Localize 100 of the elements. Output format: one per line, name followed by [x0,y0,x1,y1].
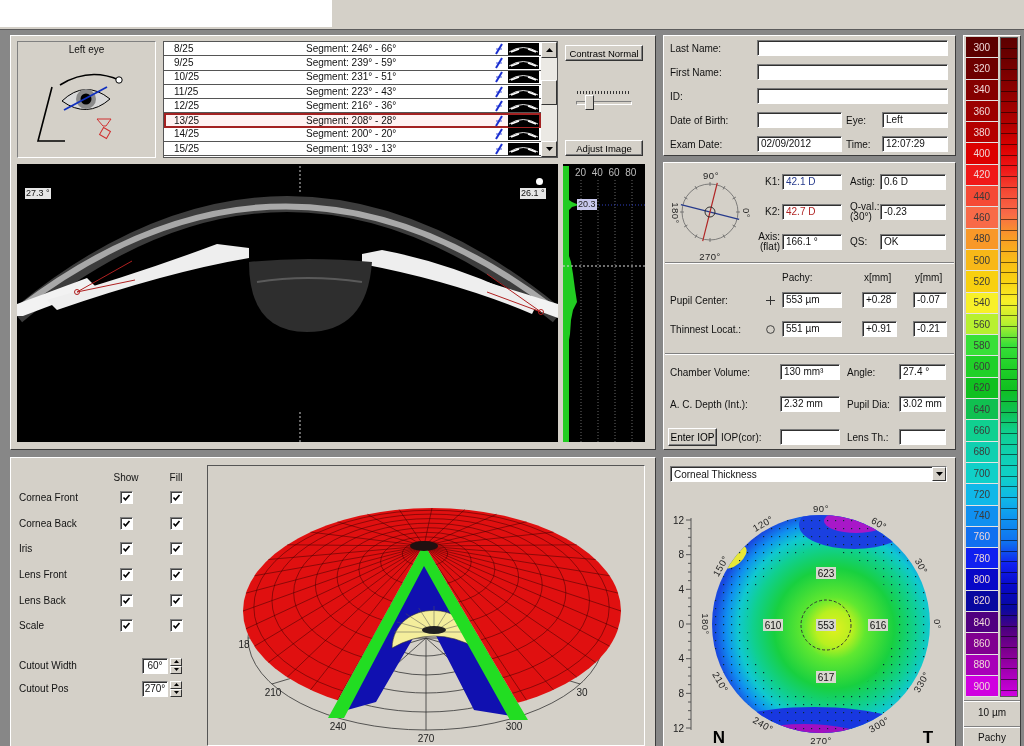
text-field[interactable]: 553 µm [782,292,842,308]
slash-icon [494,85,504,98]
text-field[interactable] [757,40,948,56]
checkbox[interactable] [119,619,133,633]
checkbox[interactable] [119,568,133,582]
layer-label: Lens Front [19,569,68,581]
segment-row[interactable]: 9/25 Segment: 239° - 59° [164,56,541,71]
text-field[interactable]: -0.21 [913,321,947,337]
axis-tick-label: 20 [575,167,587,178]
text-field[interactable] [780,429,840,445]
spin-field[interactable]: 270° [142,680,168,697]
text-field[interactable]: 02/09/2012 [757,136,842,152]
text-field[interactable]: 551 µm [782,321,842,337]
dot-icon [536,178,543,185]
segment-range: Segment: 200° - 20° [306,128,398,141]
checkbox[interactable] [119,516,133,530]
dropdown-button[interactable] [932,467,946,481]
text-field[interactable]: 42.1 D [782,174,842,190]
scroll-down-button[interactable] [541,141,557,157]
scale-step-label: 10 µm [978,707,1006,719]
text-field[interactable]: +0.91 [862,321,897,337]
caret-down-icon [545,147,553,151]
scrollbar-thumb[interactable] [541,80,557,105]
text-field[interactable] [757,88,948,104]
check-icon [121,544,131,554]
segment-row[interactable]: 13/25 Segment: 208° - 28° [164,113,541,128]
check-icon [171,595,181,605]
text-field[interactable]: 2.32 mm [780,396,840,412]
layer-label: Cornea Back [19,517,78,529]
text-field[interactable]: 42.7 D [782,204,842,220]
thickness-value: 553 [816,619,836,631]
text-field[interactable]: Left [882,112,948,128]
check-icon [121,493,131,503]
text-field[interactable] [899,429,946,445]
spin-field[interactable]: 60° [142,657,168,674]
checkbox[interactable] [169,593,183,607]
angle-label: 180° [699,613,711,635]
slash-icon [494,99,504,112]
segment-row[interactable]: 15/25 Segment: 193° - 13° [164,142,541,157]
text-field[interactable] [757,64,948,80]
text-field[interactable]: -0.23 [880,204,946,220]
segment-index: 13/25 [173,114,201,127]
spin-down-button[interactable] [170,688,182,697]
text-field[interactable]: 166.1 ° [782,234,842,250]
scroll-up-button[interactable] [541,42,557,58]
color-scale-step: 460 [966,207,998,229]
text-field[interactable]: -0.07 [913,292,947,308]
checkbox[interactable] [169,542,183,556]
color-scale-step: 380 [966,122,998,144]
field-label: Lens Th.: [846,431,890,443]
slider-thumb[interactable] [585,95,595,110]
checkbox[interactable] [169,491,183,505]
segment-range: Segment: 239° - 59° [306,56,398,69]
segment-row[interactable]: 12/25 Segment: 216° - 36° [164,99,541,114]
column-header: x[mm] [864,271,893,283]
color-scale-step: 640 [966,399,998,421]
checkbox[interactable] [119,542,133,556]
field-label: Pupil Dia: [846,398,891,410]
polar-angle-label: 240 [329,721,347,732]
text-field[interactable]: 130 mm³ [780,364,840,380]
scrollbar[interactable] [541,42,557,157]
checkbox[interactable] [119,593,133,607]
check-icon [171,570,181,580]
segment-range: Segment: 193° - 13° [306,142,398,155]
compass-dial-drawing [679,181,741,243]
text-field[interactable]: 0.6 D [880,174,946,190]
spin-up-button[interactable] [170,657,182,666]
field-label: A. C. Depth (Int.): [670,398,749,410]
segment-index: 12/25 [173,99,201,112]
checkbox[interactable] [169,619,183,633]
caret-down-icon [935,472,943,476]
color-scale-step: 700 [966,462,998,485]
adjust-image-button[interactable]: Adjust Image [565,140,643,156]
spin-down-button[interactable] [170,665,182,674]
segment-row[interactable]: 8/25 Segment: 246° - 66° [164,42,541,57]
color-scale-step: 560 [966,313,998,336]
text-field[interactable]: 27.4 ° [899,364,946,380]
enter-iop-button[interactable]: Enter IOP [668,428,717,446]
text-field[interactable]: OK [880,234,946,250]
map-type-dropdown[interactable]: Corneal Thickness [670,466,947,482]
text-field[interactable]: 3.02 mm [899,396,946,412]
text-field[interactable] [757,112,842,128]
color-scale-step: 780 [966,548,998,570]
row-label: Thinnest Locat.: [670,323,743,335]
spin-up-button[interactable] [170,680,182,689]
color-scale-step: 540 [966,292,998,314]
scan-thumbnail-icon [508,128,539,141]
checkbox[interactable] [169,568,183,582]
checkbox[interactable] [119,491,133,505]
segment-index: 10/25 [173,71,201,84]
contrast-button[interactable]: Contrast Normal [565,45,643,61]
compass-angle-label: 180° [669,202,681,224]
checkbox[interactable] [169,516,183,530]
contrast-slider[interactable] [576,88,632,110]
axis-tick-label: 80 [625,167,637,178]
layer-label: Scale [19,620,45,632]
text-field[interactable]: +0.28 [862,292,897,308]
text-field[interactable]: 12:07:29 [882,136,948,152]
segment-index: 11/25 [173,85,200,98]
field-label: Last Name: [670,42,723,54]
